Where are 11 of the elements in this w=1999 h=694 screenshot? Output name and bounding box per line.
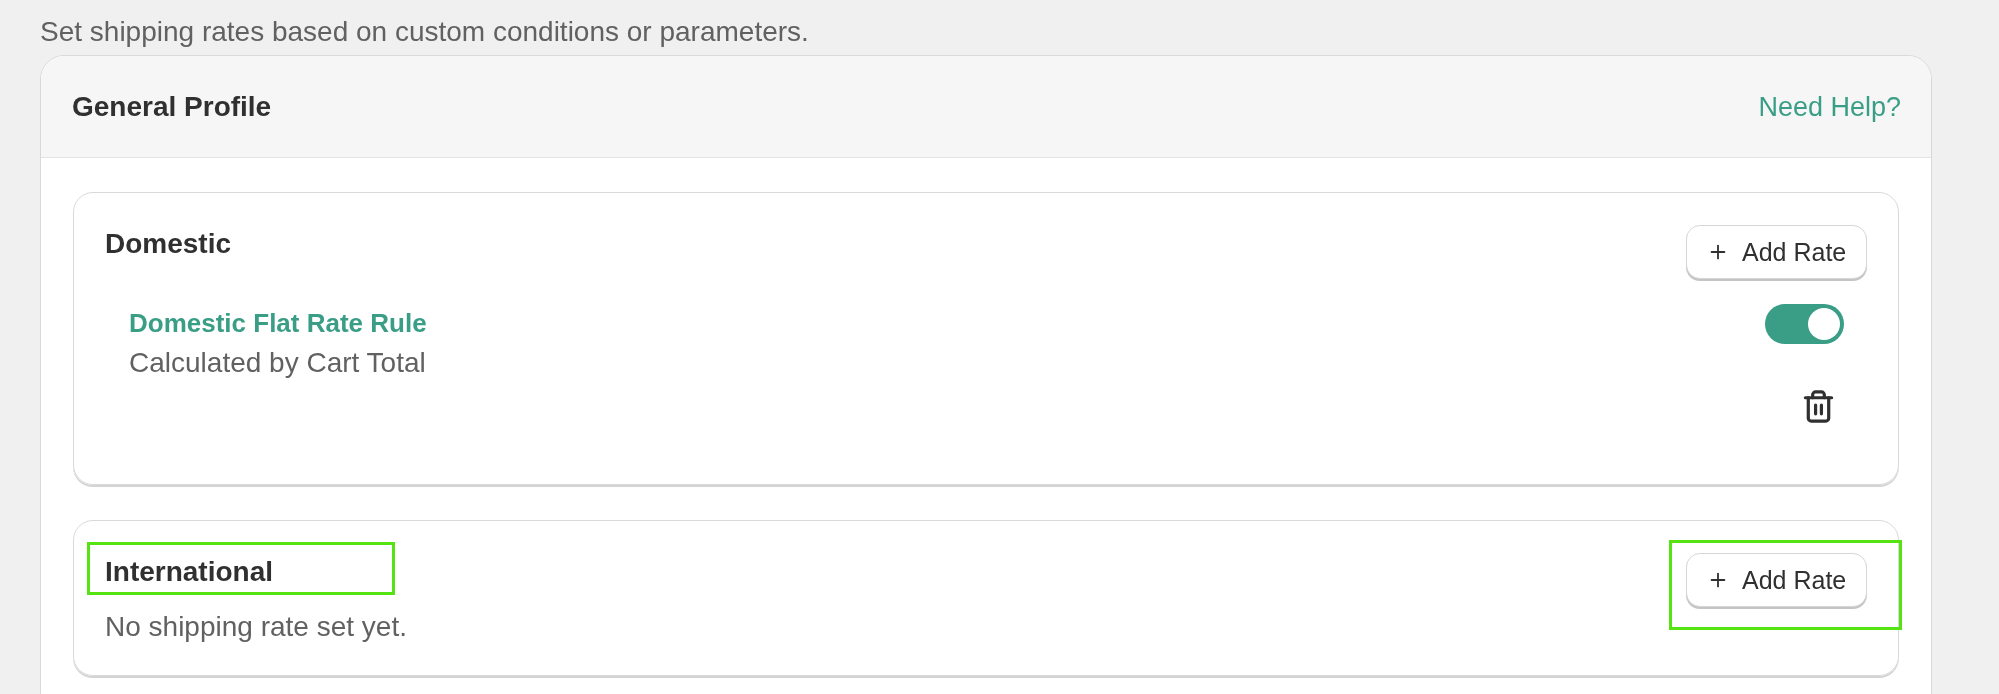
- section-title: Domestic: [105, 229, 232, 259]
- delete-button[interactable]: [1801, 389, 1836, 424]
- page-subtitle: Set shipping rates based on custom conditions or parameters.: [40, 16, 809, 48]
- empty-message: No shipping rate set yet.: [105, 612, 407, 642]
- toggle-switch[interactable]: [1765, 304, 1844, 344]
- trash-icon: [1801, 389, 1836, 424]
- section-title: International: [105, 557, 273, 587]
- rate-description: Calculated by Cart Total: [129, 347, 426, 379]
- add-rate-button[interactable]: Add Rate: [1686, 553, 1867, 607]
- profile-title: General Profile: [72, 90, 272, 123]
- add-rate-button[interactable]: Add Rate: [1686, 225, 1867, 279]
